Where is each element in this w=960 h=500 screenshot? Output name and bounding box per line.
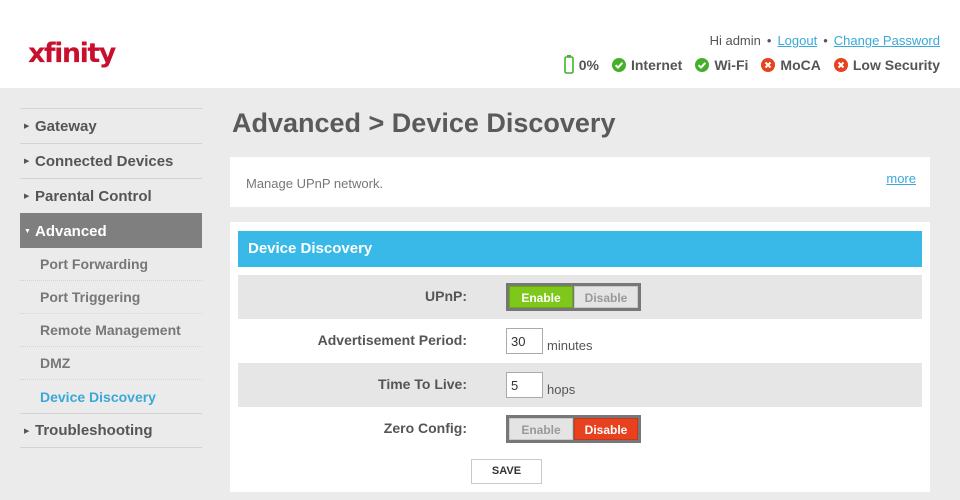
caret-right-icon: ▶ — [24, 123, 30, 130]
upnp-toggle: Enable Disable — [506, 283, 641, 311]
sidebar-item-gateway[interactable]: ▶ Gateway — [20, 108, 202, 143]
status-wifi: Wi-Fi — [695, 57, 748, 73]
status-bar: 0% Internet Wi-Fi MoCA Low Security — [563, 55, 940, 74]
sidebar-item-label: Parental Control — [35, 187, 152, 205]
ttl-input[interactable] — [506, 372, 543, 398]
advertisement-period-input[interactable] — [506, 328, 543, 354]
sidebar-item-label: Advanced — [35, 222, 107, 240]
check-circle-icon — [611, 57, 626, 72]
ttl-unit: hops — [547, 382, 576, 397]
change-password-link[interactable]: Change Password — [834, 33, 940, 48]
advertisement-row: Advertisement Period: minutes — [238, 319, 922, 363]
caret-right-icon: ▶ — [24, 193, 30, 200]
zero-config-enable-button[interactable]: Enable — [509, 418, 573, 440]
header: xfinity Hi admin • Logout • Change Password … — [0, 0, 960, 88]
page-title: Advanced > Device Discovery — [232, 108, 616, 138]
sidebar-subitem-remote-management[interactable]: Remote Management — [20, 314, 202, 347]
caret-right-icon: ▶ — [24, 158, 30, 165]
x-circle-icon — [761, 57, 776, 72]
more-link[interactable]: more — [886, 171, 916, 186]
check-circle-icon — [695, 57, 710, 72]
sidebar-subitem-device-discovery[interactable]: Device Discovery — [20, 380, 202, 413]
status-security: Low Security — [833, 56, 940, 73]
panel-title: Device Discovery — [238, 231, 922, 267]
greeting: Hi admin — [709, 33, 761, 48]
logout-link[interactable]: Logout — [777, 33, 817, 48]
info-box: Manage UPnP network. more — [230, 157, 930, 207]
battery-level: 0% — [578, 56, 599, 73]
status-label: MoCA — [780, 56, 821, 73]
sidebar-subitem-dmz[interactable]: DMZ — [20, 347, 202, 380]
zero-config-disable-button[interactable]: Disable — [574, 418, 638, 440]
device-discovery-panel: Device Discovery UPnP: Enable Disable Ad… — [230, 222, 930, 492]
separator-dot: • — [766, 33, 772, 48]
upnp-disable-button[interactable]: Disable — [574, 286, 638, 308]
status-internet: Internet — [611, 56, 683, 73]
sidebar-subitem-port-triggering[interactable]: Port Triggering — [20, 281, 202, 314]
x-circle-icon — [833, 57, 848, 72]
upnp-enable-button[interactable]: Enable — [509, 286, 573, 308]
status-label: Low Security — [852, 56, 940, 73]
caret-right-icon: ▶ — [24, 427, 30, 435]
sidebar-item-troubleshooting[interactable]: ▶ Troubleshooting — [20, 413, 202, 448]
advertisement-label: Advertisement Period: — [317, 332, 467, 348]
sidebar-item-label: Connected Devices — [35, 152, 174, 170]
zero-config-row: Zero Config: Enable Disable — [238, 407, 922, 451]
sidebar-subitem-port-forwarding[interactable]: Port Forwarding — [20, 248, 202, 281]
sidebar-nav: ▶ Gateway ▶ Connected Devices ▶ Parental… — [20, 108, 202, 448]
user-bar: Hi admin • Logout • Change Password — [710, 33, 940, 48]
info-text: Manage UPnP network. — [246, 176, 384, 191]
zero-config-label: Zero Config: — [383, 420, 467, 436]
status-moca: MoCA — [761, 56, 821, 73]
xfinity-logo[interactable]: xfinity — [28, 38, 116, 69]
status-label: Internet — [630, 56, 683, 73]
status-label: Wi-Fi — [714, 56, 749, 73]
sidebar-item-label: Troubleshooting — [35, 422, 153, 439]
sidebar-item-advanced[interactable]: ▼ Advanced — [20, 213, 202, 248]
caret-down-icon: ▼ — [24, 227, 31, 235]
status-battery: 0% — [563, 55, 599, 74]
advertisement-unit: minutes — [547, 338, 593, 353]
upnp-row: UPnP: Enable Disable — [238, 275, 922, 319]
sidebar-item-label: Gateway — [35, 117, 97, 135]
separator-dot: • — [823, 33, 828, 48]
sidebar-item-connected-devices[interactable]: ▶ Connected Devices — [20, 143, 202, 178]
upnp-label: UPnP: — [425, 288, 467, 304]
save-button[interactable]: SAVE — [471, 459, 542, 484]
zero-config-toggle: Enable Disable — [506, 415, 641, 443]
sidebar-item-parental-control[interactable]: ▶ Parental Control — [20, 178, 202, 213]
battery-icon — [563, 55, 574, 74]
ttl-label: Time To Live: — [378, 376, 467, 392]
ttl-row: Time To Live: hops — [238, 363, 922, 407]
